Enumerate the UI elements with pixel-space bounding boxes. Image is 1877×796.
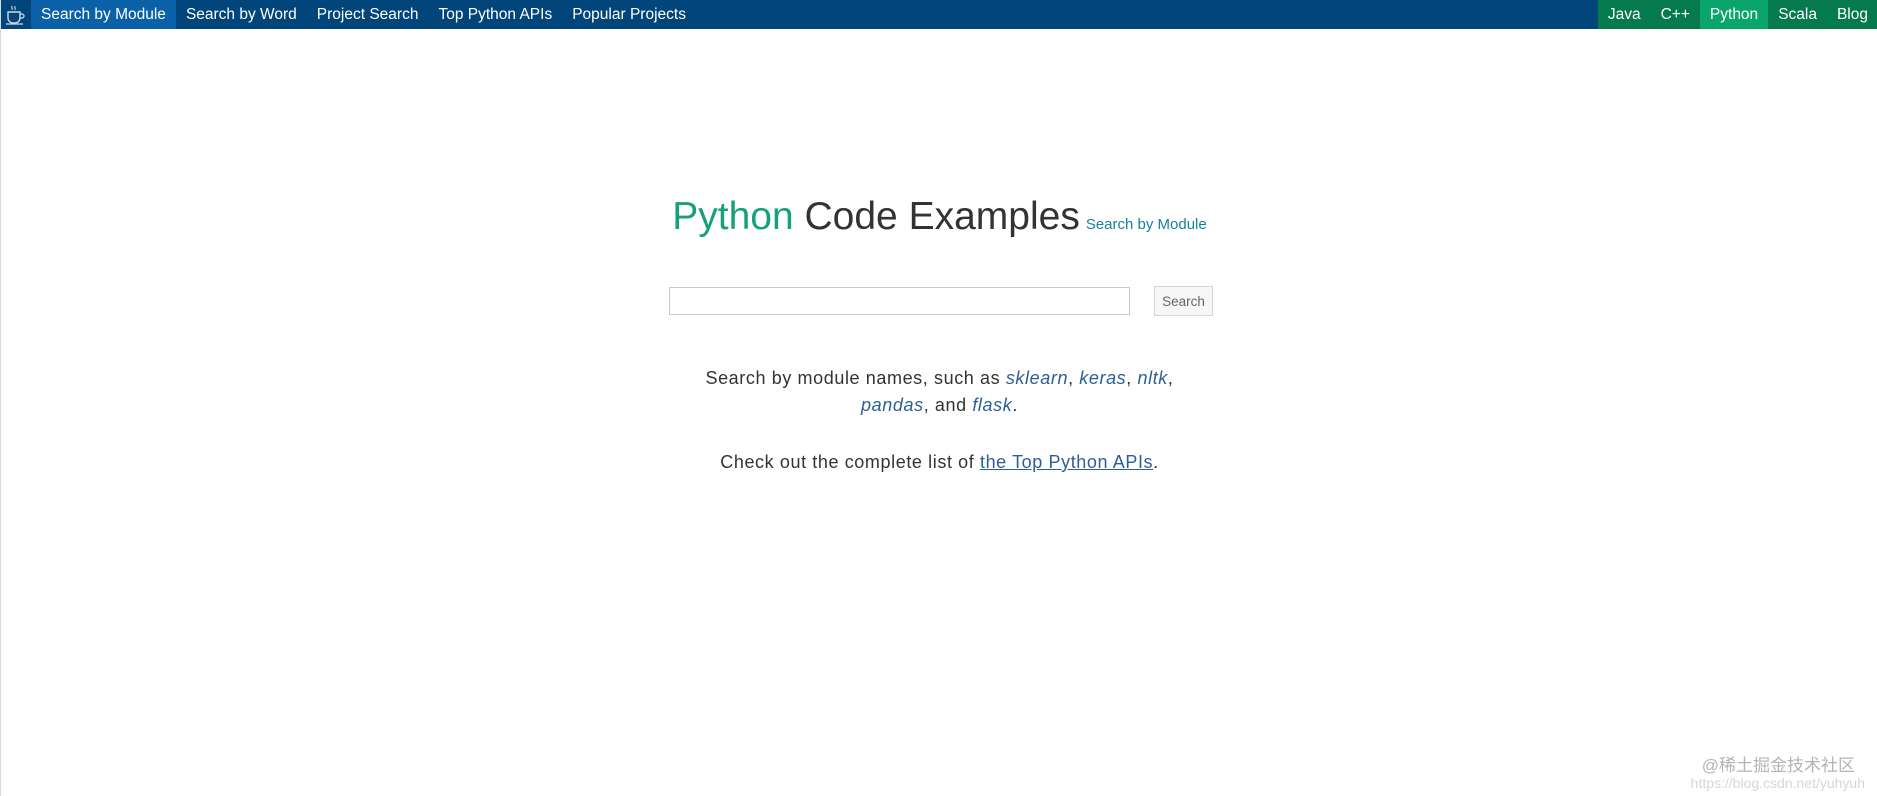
nav-left-group: Search by Module Search by Word Project …	[1, 0, 696, 29]
search-by-module-link[interactable]: Search by Module	[1086, 216, 1207, 233]
coffee-cup-icon[interactable]	[1, 0, 31, 29]
nav-search-by-word[interactable]: Search by Word	[176, 0, 307, 29]
nav-project-search[interactable]: Project Search	[307, 0, 429, 29]
nav-language-group: Java C++ Python Scala Blog	[1597, 0, 1877, 29]
nav-java[interactable]: Java	[1598, 0, 1651, 29]
watermark-url: https://blog.csdn.net/yuhyuh	[1690, 775, 1865, 791]
nav-python[interactable]: Python	[1699, 0, 1769, 29]
nav-blog[interactable]: Blog	[1827, 0, 1877, 29]
nav-cpp[interactable]: C++	[1651, 0, 1700, 29]
top-apis-prefix: Check out the complete list of	[720, 452, 975, 472]
nav-popular-projects[interactable]: Popular Projects	[562, 0, 696, 29]
page-title-rest: Code Examples	[804, 195, 1080, 238]
module-link-pandas[interactable]: pandas	[861, 395, 924, 415]
module-examples-prefix: Search by module names, such as	[705, 368, 1001, 388]
search-button[interactable]: Search	[1154, 286, 1213, 316]
nav-search-by-module[interactable]: Search by Module	[31, 0, 176, 29]
module-link-nltk[interactable]: nltk	[1137, 368, 1167, 388]
module-link-flask[interactable]: flask	[972, 395, 1012, 415]
top-navigation-bar: Search by Module Search by Word Project …	[1, 0, 1877, 29]
nav-scala[interactable]: Scala	[1768, 0, 1827, 29]
page-title: Python Code Examples	[672, 195, 1080, 239]
module-examples-text: Search by module names, such as sklearn,…	[705, 368, 1174, 415]
page-title-accent: Python	[672, 195, 794, 238]
top-apis-suffix: .	[1153, 452, 1159, 472]
nav-top-python-apis[interactable]: Top Python APIs	[428, 0, 562, 29]
module-link-keras[interactable]: keras	[1079, 368, 1126, 388]
hero-heading: Python Code Examples Search by Module	[1, 195, 1877, 239]
top-apis-text: Check out the complete list of the Top P…	[1, 449, 1877, 476]
module-link-sklearn[interactable]: sklearn	[1006, 368, 1068, 388]
search-input[interactable]	[669, 287, 1130, 315]
watermark-text: @稀土掘金技术社区	[1701, 756, 1855, 775]
search-form: Search	[669, 286, 1213, 316]
top-python-apis-link[interactable]: the Top Python APIs	[980, 452, 1153, 472]
